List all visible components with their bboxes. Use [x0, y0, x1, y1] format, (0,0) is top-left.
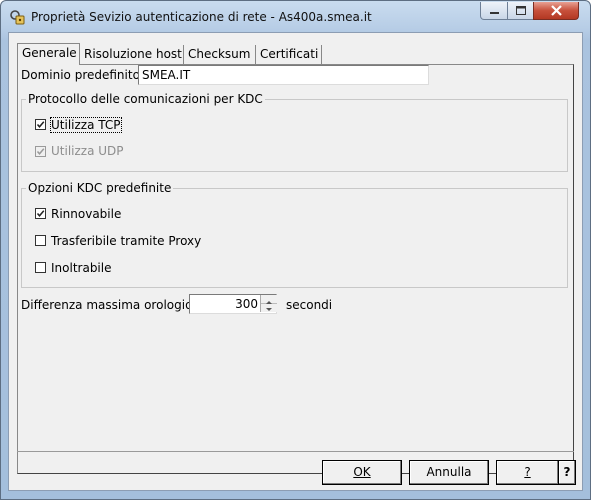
clock-skew-value: 300 — [235, 297, 258, 311]
forwardable-checkbox[interactable] — [35, 262, 46, 273]
minimize-icon — [490, 12, 499, 14]
window-title: Proprietà Sevizio autenticazione di rete… — [31, 10, 372, 24]
use-udp-checkbox — [35, 146, 46, 157]
domain-value: SMEA.IT — [142, 68, 191, 82]
proxiable-checkbox[interactable] — [35, 235, 46, 246]
tab-label: Generale — [22, 46, 77, 60]
tab-certificati[interactable]: Certificati — [256, 45, 322, 64]
maximize-button[interactable] — [507, 2, 534, 20]
button-bar-divider — [17, 451, 574, 452]
checkmark-icon — [36, 148, 45, 155]
tab-label: Checksum — [188, 47, 251, 61]
tab-label: Risoluzione host — [84, 47, 182, 61]
key-lock-icon — [9, 9, 25, 25]
protocol-group-title: Protocollo delle comunicazioni per KDC — [26, 92, 265, 106]
dialog-client-area: Generale Risoluzione host Checksum Certi… — [8, 32, 583, 491]
arrow-down-icon — [266, 308, 272, 311]
checkmark-icon — [36, 210, 45, 217]
whats-this-button-label: ? — [563, 465, 571, 479]
tab-generale[interactable]: Generale — [17, 43, 80, 65]
cancel-button-label: Annulla — [426, 465, 472, 479]
tab-risoluzione-host[interactable]: Risoluzione host — [80, 45, 184, 64]
domain-field[interactable]: SMEA.IT — [138, 65, 429, 85]
clock-skew-spinner[interactable] — [260, 295, 277, 312]
spin-down-button[interactable] — [261, 303, 277, 311]
use-tcp-checkbox[interactable] — [35, 119, 46, 130]
tab-label: Certificati — [260, 47, 319, 61]
ok-button[interactable]: OK — [322, 460, 402, 485]
cancel-button[interactable]: Annulla — [409, 460, 489, 485]
minimize-button[interactable] — [480, 2, 508, 20]
dialog-window: Proprietà Sevizio autenticazione di rete… — [0, 0, 591, 500]
maximize-icon — [516, 6, 526, 15]
use-tcp-label[interactable]: Utilizza TCP — [50, 117, 122, 133]
kdc-options-group-title: Opzioni KDC predefinite — [26, 181, 174, 195]
renewable-label[interactable]: Rinnovabile — [51, 207, 121, 221]
tab-checksum[interactable]: Checksum — [184, 45, 256, 64]
ok-button-label: OK — [353, 465, 371, 479]
close-icon — [551, 5, 562, 16]
help-button[interactable]: ? — [496, 460, 559, 485]
protocol-groupbox: Protocollo delle comunicazioni per KDC — [21, 92, 568, 172]
close-button[interactable] — [533, 2, 579, 20]
clock-skew-label: Differenza massima orologio: — [21, 298, 197, 312]
clock-skew-unit: secondi — [286, 298, 333, 312]
use-udp-label: Utilizza UDP — [51, 144, 124, 158]
title-bar[interactable]: Proprietà Sevizio autenticazione di rete… — [1, 1, 590, 33]
renewable-checkbox[interactable] — [35, 208, 46, 219]
domain-label: Dominio predefinito: — [21, 68, 144, 82]
checkmark-icon — [36, 121, 45, 128]
whats-this-button[interactable]: ? — [558, 460, 576, 485]
proxiable-label[interactable]: Trasferibile tramite Proxy — [51, 234, 201, 248]
forwardable-label[interactable]: Inoltrabile — [51, 261, 111, 275]
help-button-label: ? — [524, 465, 531, 479]
